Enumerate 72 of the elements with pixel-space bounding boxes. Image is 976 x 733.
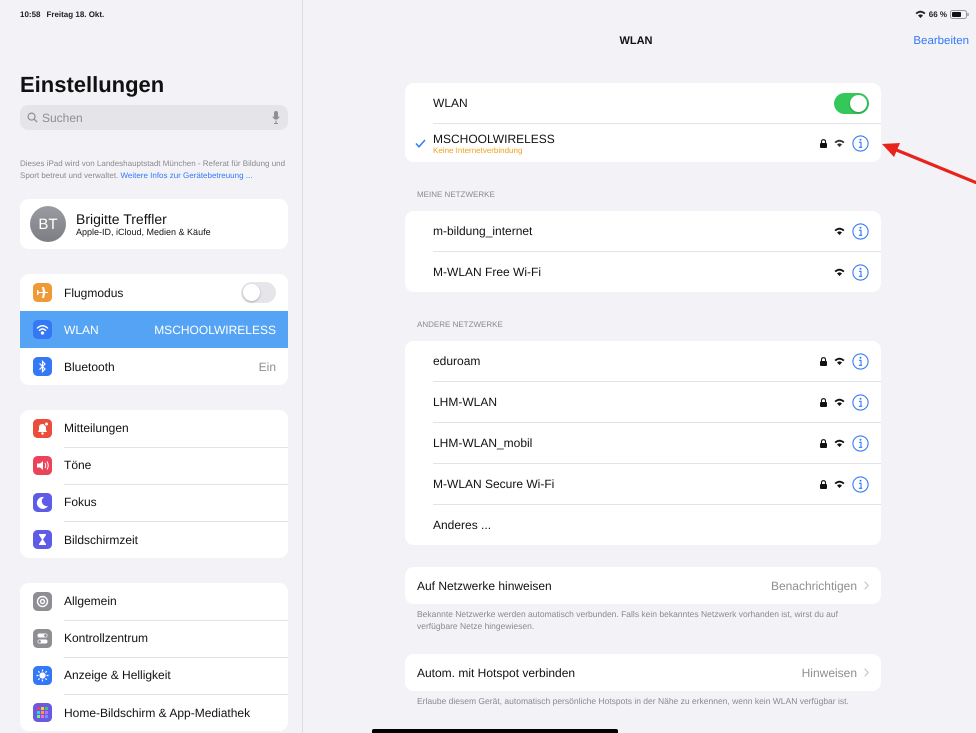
- profile-name: Brigitte Treffler: [76, 211, 168, 227]
- network-row[interactable]: M-WLAN Secure Wi-Fi: [433, 464, 881, 505]
- profile-subtitle: Apple-ID, iCloud, Medien & Käufe: [76, 227, 211, 237]
- section-header: ANDERE NETZWERKE: [416, 319, 504, 331]
- other-network-row[interactable]: Anderes ...: [433, 505, 881, 545]
- network-status: Keine Internetverbindung: [433, 146, 524, 154]
- option-row[interactable]: Auf Netzwerke hinweisen Benachrichtigen: [405, 567, 881, 604]
- wlan-toggle[interactable]: [834, 92, 869, 114]
- info-icon[interactable]: [852, 476, 869, 492]
- search-icon: [27, 112, 38, 123]
- settings-item[interactable]: Flugmodus: [20, 274, 288, 311]
- network-row[interactable]: LHM-WLAN_mobil: [433, 423, 881, 464]
- option-value: Hinweisen: [802, 666, 857, 680]
- avatar: BT: [30, 206, 66, 242]
- network-name: LHM-WLAN_mobil: [433, 436, 534, 450]
- wifi-signal-icon: [834, 139, 845, 147]
- status-time: 10:58: [20, 10, 40, 18]
- network-row[interactable]: LHM-WLAN: [433, 382, 881, 423]
- battery-percent: 66 %: [928, 10, 947, 18]
- item-value: Ein: [258, 360, 276, 374]
- network-name: M-WLAN Secure Wi-Fi: [433, 477, 556, 491]
- microphone-icon[interactable]: [272, 111, 280, 124]
- info-icon[interactable]: [852, 394, 869, 410]
- edit-button[interactable]: Bearbeiten: [913, 35, 969, 47]
- search-field[interactable]: Suchen: [20, 105, 288, 130]
- option-row[interactable]: Autom. mit Hotspot verbinden Hinweisen: [405, 654, 881, 691]
- network-row[interactable]: M-WLAN Free Wi-Fi: [433, 252, 881, 292]
- network-name: MSCHOOLWIRELESS: [433, 132, 556, 146]
- option-description: Bekannte Netzwerke werden automatisch verbunden. Falls kein bekanntes Netzwerk vorhanden ist, wirst du auf verfügbare Netze hingewiesen.: [417, 609, 839, 632]
- managed-device-note: Dieses iPad wird von Landeshauptstadt München - Referat für Bildung und Sport betreut und verwaltet. Weitere Infos zur Gerätebetreuung ...: [20, 158, 286, 181]
- settings-item[interactable]: Anzeige & Helligkeit: [20, 657, 288, 694]
- wifi-signal-icon: [834, 398, 845, 406]
- network-row[interactable]: eduroam: [433, 341, 881, 382]
- option-value: Benachrichtigen: [770, 578, 857, 592]
- option-description: Erlaube diesem Gerät, automatisch persönliche Hotspots in der Nähe zu erkennen, wenn kein WLAN verfügbar ist.: [417, 696, 850, 708]
- network-name: M-WLAN Free Wi-Fi: [433, 265, 542, 279]
- item-value: MSCHOOLWIRELESS: [154, 322, 276, 336]
- wifi-signal-icon: [834, 268, 845, 276]
- sidebar-title: Einstellungen: [20, 71, 166, 99]
- settings-item[interactable]: Bluetooth Ein: [20, 348, 288, 385]
- toggle-switch[interactable]: [241, 282, 276, 303]
- settings-item[interactable]: Home-Bildschirm & App-Mediathek: [20, 694, 288, 731]
- settings-item[interactable]: Allgemein: [20, 583, 288, 620]
- profile-card[interactable]: BT Brigitte Treffler Apple-ID, iCloud, Medien & Käufe: [20, 199, 288, 249]
- info-icon[interactable]: [852, 222, 869, 240]
- info-icon[interactable]: [852, 352, 869, 370]
- wifi-signal-icon: [834, 439, 845, 447]
- info-icon[interactable]: [852, 434, 869, 452]
- network-name: LHM-WLAN: [433, 395, 498, 409]
- network-name: m-bildung_internet: [433, 224, 534, 238]
- chevron-icon: [864, 668, 869, 677]
- section-header: MEINE NETZWERKE: [416, 189, 496, 201]
- settings-item[interactable]: Kontrollzentrum: [20, 620, 288, 657]
- more-info-link[interactable]: Weitere Infos zur Gerätebetreuung ...: [120, 170, 252, 180]
- info-icon[interactable]: [852, 264, 869, 280]
- settings-item[interactable]: Mitteilungen: [20, 410, 288, 447]
- wifi-signal-icon: [834, 480, 845, 488]
- wifi-signal-icon: [834, 357, 845, 365]
- settings-item[interactable]: Töne: [20, 447, 288, 484]
- battery-icon: [950, 10, 969, 18]
- info-icon[interactable]: [852, 134, 869, 152]
- network-name: eduroam: [433, 354, 482, 368]
- network-row[interactable]: m-bildung_internet: [433, 211, 881, 252]
- chevron-icon: [864, 581, 869, 590]
- wifi-signal-icon: [834, 227, 845, 235]
- page-title: WLAN: [620, 35, 652, 47]
- wlan-label: WLAN: [433, 96, 469, 110]
- settings-item[interactable]: Bildschirmzeit: [20, 521, 288, 558]
- wifi-status-icon: [914, 10, 926, 18]
- network-row[interactable]: MSCHOOLWIRELESS Keine Internetverbindung: [433, 123, 881, 162]
- status-date: Freitag 18. Okt.: [46, 10, 104, 18]
- settings-item[interactable]: Fokus: [20, 484, 288, 521]
